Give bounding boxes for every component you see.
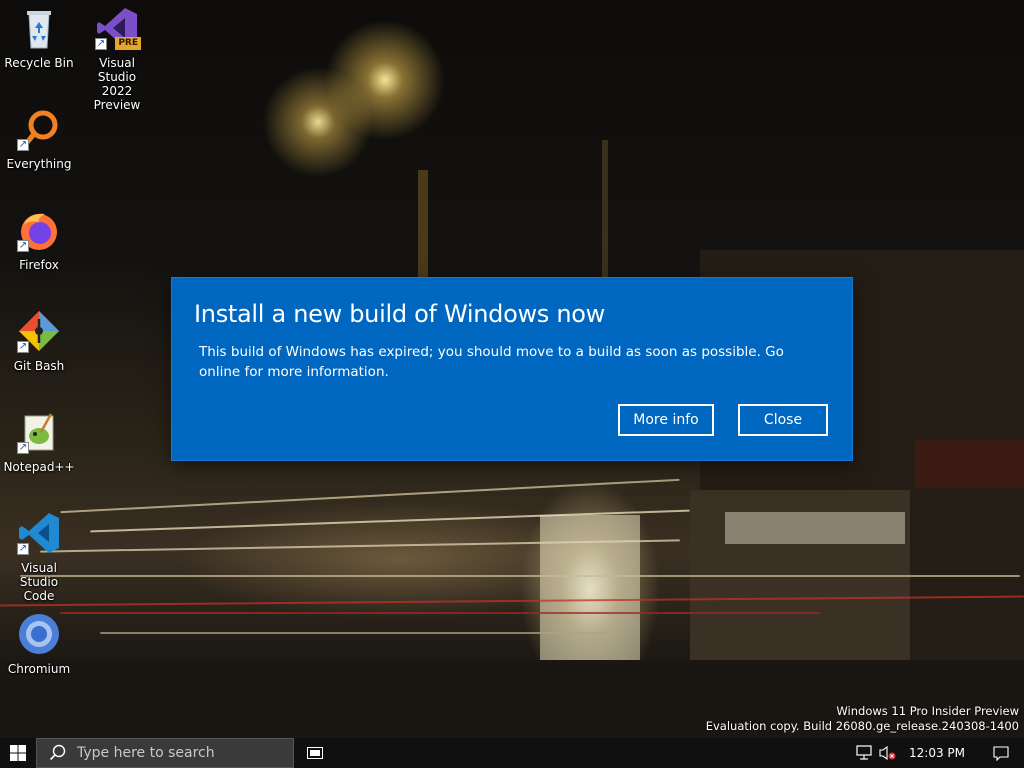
shortcut-arrow-icon: ↗ (17, 341, 29, 353)
street-lamp-pole (418, 170, 428, 280)
shortcut-arrow-icon: ↗ (95, 38, 107, 50)
chromium-icon (17, 612, 61, 656)
desktop-icon-visual-studio-2022-preview[interactable]: PRE ↗ Visual Studio 2022 Preview (81, 6, 153, 112)
more-info-button[interactable]: More info (618, 404, 714, 436)
watermark-edition: Windows 11 Pro Insider Preview (836, 704, 1019, 718)
desktop-icon-label: Recycle Bin (4, 56, 74, 70)
git-bash-icon: ↗ (17, 309, 61, 353)
windows-logo-icon (10, 745, 26, 761)
search-placeholder: Type here to search (77, 745, 215, 761)
build-expired-dialog: Install a new build of Windows now This … (172, 278, 852, 460)
desktop-icon-chromium[interactable]: Chromium (3, 612, 75, 676)
volume-status[interactable] (876, 738, 898, 768)
desktop-icon-label: Everything (6, 157, 72, 171)
desktop-icon-firefox[interactable]: ↗ Firefox (3, 208, 75, 272)
action-center-button[interactable] (984, 738, 1018, 768)
notepadpp-icon: ↗ (17, 410, 61, 454)
desktop-icon-everything[interactable]: ↗ Everything (3, 107, 75, 171)
desktop-icon-git-bash[interactable]: ↗ Git Bash (3, 309, 75, 373)
desktop-icon-label: Firefox (19, 258, 59, 272)
preview-badge: PRE (115, 37, 141, 50)
volume-muted-icon (879, 745, 896, 761)
desktop-icon-label: Visual Studio Code (19, 561, 59, 603)
light-streak (20, 575, 1020, 577)
light-streak (60, 478, 680, 514)
dialog-message: This build of Windows has expired; you s… (199, 344, 784, 380)
system-tray: 12:03 PM (854, 738, 1024, 768)
task-view-button[interactable] (300, 738, 330, 768)
desktop-icon-label: Visual Studio 2022 Preview (93, 56, 141, 112)
notification-icon (993, 745, 1009, 761)
desktop-wallpaper: Recycle Bin PRE ↗ Visual Studio 2022 Pre… (0, 0, 1024, 738)
shortcut-arrow-icon: ↗ (17, 442, 29, 454)
desktop-icon-vscode[interactable]: ↗ Visual Studio Code (3, 511, 75, 603)
everything-search-icon: ↗ (17, 107, 61, 151)
clock-time: 12:03 PM (909, 746, 965, 760)
street-lamp-pole (602, 140, 608, 280)
vscode-icon: ↗ (17, 511, 61, 555)
firefox-icon: ↗ (17, 208, 61, 252)
shortcut-arrow-icon: ↗ (17, 139, 29, 151)
desktop-icon-label: Notepad++ (3, 460, 75, 474)
desktop-icon-notepadpp[interactable]: ↗ Notepad++ (3, 410, 75, 474)
recycle-bin-icon (17, 6, 61, 50)
shortcut-arrow-icon: ↗ (17, 543, 29, 555)
visual-studio-icon: PRE ↗ (95, 6, 141, 50)
shortcut-arrow-icon: ↗ (17, 240, 29, 252)
light-streak (100, 632, 620, 634)
start-button[interactable] (0, 738, 36, 768)
task-view-icon (307, 747, 323, 759)
light-streak-red (60, 612, 820, 614)
lit-stall (540, 515, 640, 665)
desktop-icon-label: Git Bash (13, 359, 65, 373)
evaluation-watermark: Windows 11 Pro Insider Preview Evaluatio… (706, 704, 1019, 734)
taskbar: Type here to search 12:03 PM (0, 738, 1024, 768)
desktop-icon-label: Chromium (7, 662, 71, 676)
taskbar-search-box[interactable]: Type here to search (36, 738, 294, 768)
shop-sign (725, 512, 905, 544)
dialog-title: Install a new build of Windows now (194, 300, 605, 328)
network-wired-icon (856, 745, 872, 760)
desktop-icon-recycle-bin[interactable]: Recycle Bin (3, 6, 75, 70)
search-icon (49, 744, 66, 761)
shop-sign-red (915, 440, 1024, 488)
network-status[interactable] (854, 738, 876, 768)
watermark-build: Evaluation copy. Build 26080.ge_release.… (705, 719, 1019, 733)
clock-button[interactable]: 12:03 PM (900, 738, 974, 768)
close-button[interactable]: Close (738, 404, 828, 436)
